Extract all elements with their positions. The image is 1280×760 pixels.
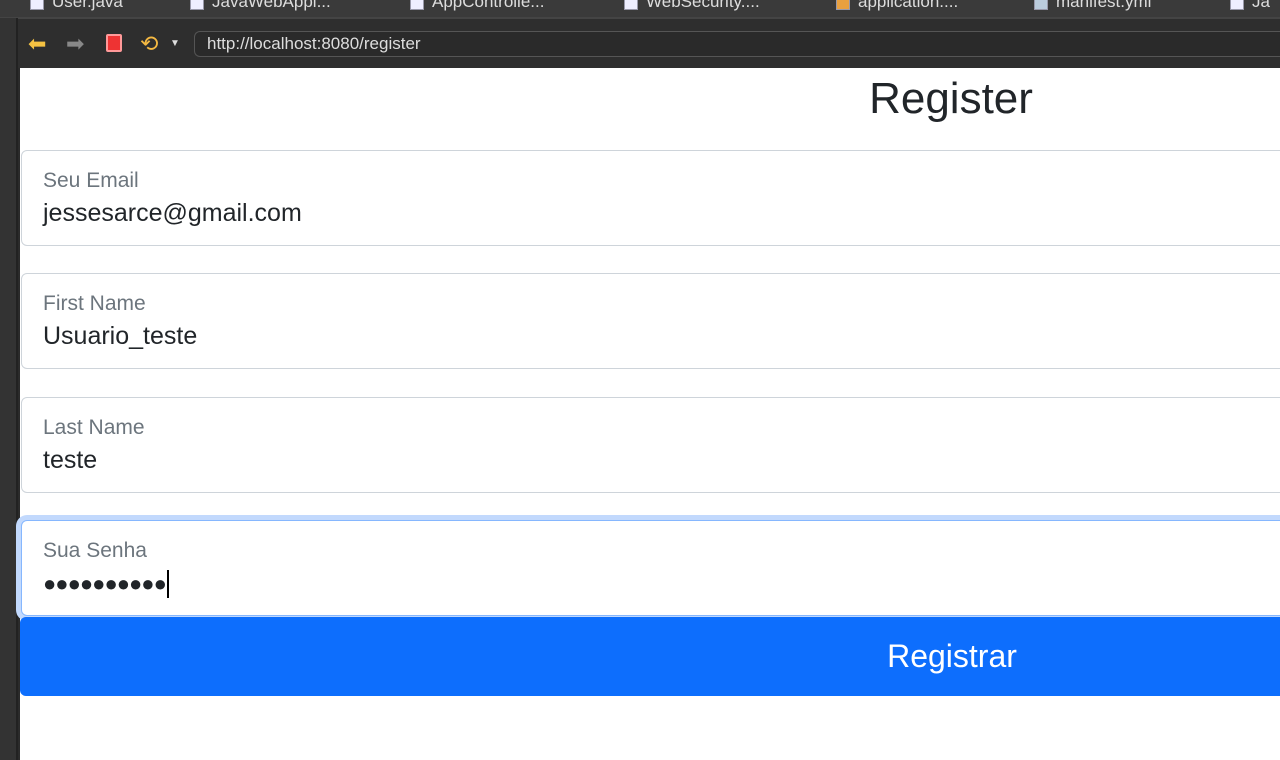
last-name-field[interactable]: Last Name teste [21,397,1280,493]
email-field[interactable]: Seu Email jessesarce@gmail.com [21,150,1280,246]
editor-tab[interactable]: application.... [836,0,958,12]
editor-tab[interactable]: AppControlle... [410,0,544,12]
refresh-icon[interactable]: ⟲ [140,31,158,57]
editor-tab[interactable]: User.java [30,0,123,12]
text-caret [166,570,169,599]
first-name-field[interactable]: First Name Usuario_teste [21,273,1280,369]
yaml-file-icon [1034,0,1048,10]
editor-tab[interactable]: JavaWebAppl... [190,0,331,12]
password-field[interactable]: Sua Senha ●●●●●●●●●● [21,520,1280,616]
stop-icon[interactable] [106,34,122,52]
browser-toolbar: ⬅ ➡ ⟲ ▼ http://localhost:8080/register [18,18,1280,68]
java-file-icon [190,0,204,10]
java-file-icon [410,0,424,10]
back-arrow-icon[interactable]: ⬅ [28,31,46,57]
page-title: Register [869,74,1033,123]
password-mask: ●●●●●●●●●● [43,571,167,596]
java-file-icon [1230,0,1244,10]
forward-arrow-icon[interactable]: ➡ [66,31,84,57]
properties-file-icon [836,0,850,10]
register-button[interactable]: Registrar [20,617,1280,696]
side-panel-edge [0,18,18,760]
editor-tab[interactable]: manifest.yml [1034,0,1151,12]
dropdown-caret-icon[interactable]: ▼ [170,31,180,57]
register-page: Register Seu Email jessesarce@gmail.com … [20,68,1280,760]
editor-tab-bar: User.java JavaWebAppl... AppControlle...… [0,0,1280,18]
java-file-icon [624,0,638,10]
java-file-icon [30,0,44,10]
url-bar[interactable]: http://localhost:8080/register [194,31,1280,57]
editor-tab[interactable]: WebSecurity.... [624,0,760,12]
editor-tab[interactable]: Ja [1230,0,1270,12]
